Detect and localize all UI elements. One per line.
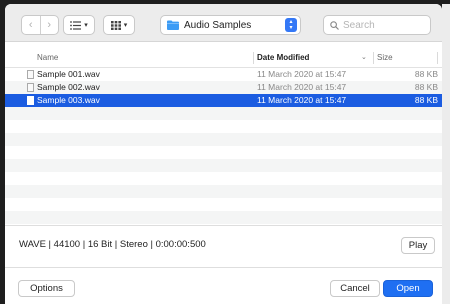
empty-row	[5, 185, 442, 198]
background-window-edge	[442, 4, 450, 304]
table-row[interactable]: Sample 003.wav 11 March 2020 at 15:47 88…	[5, 94, 442, 107]
empty-row	[5, 211, 442, 224]
table-row[interactable]: Sample 002.wav 11 March 2020 at 15:47 88…	[5, 81, 442, 94]
column-divider[interactable]	[253, 52, 254, 64]
divider	[5, 267, 442, 268]
table-row[interactable]: Sample 001.wav 11 March 2020 at 15:47 88…	[5, 68, 442, 81]
table-rows: Sample 001.wav 11 March 2020 at 15:47 88…	[5, 68, 442, 224]
play-button[interactable]: Play	[401, 237, 435, 254]
empty-row	[5, 172, 442, 185]
column-divider[interactable]	[437, 52, 438, 64]
file-name: Sample 003.wav	[37, 95, 100, 105]
audio-file-icon	[27, 70, 34, 79]
column-header-date-modified[interactable]: Date Modified	[257, 48, 309, 68]
file-name: Sample 001.wav	[37, 69, 100, 79]
audio-file-info: WAVE | 44100 | 16 Bit | Stereo | 0:00:00…	[19, 239, 206, 250]
empty-row	[5, 159, 442, 172]
file-size: 88 KB	[414, 69, 438, 79]
toolbar: ‹ › ▾ ▾ Audio Samples ▴ ▾ Search	[5, 4, 442, 42]
list-view-button[interactable]: ▾	[63, 15, 95, 35]
file-date: 11 March 2020 at 15:47	[257, 82, 347, 92]
up-down-chevron-icon: ▴ ▾	[285, 18, 297, 32]
file-name: Sample 002.wav	[37, 82, 100, 92]
empty-row	[5, 146, 442, 159]
open-button[interactable]: Open	[383, 280, 433, 297]
open-file-dialog: ‹ › ▾ ▾ Audio Samples ▴ ▾ Search Name Da…	[5, 4, 442, 304]
empty-row	[5, 133, 442, 146]
empty-row	[5, 107, 442, 120]
empty-row	[5, 198, 442, 211]
file-list: Name Date Modified ⌄ Size Sample 001.wav…	[5, 48, 442, 224]
chevron-down-icon: ▾	[123, 22, 128, 29]
search-icon	[330, 20, 339, 30]
chevron-right-icon: ›	[47, 19, 52, 31]
table-header: Name Date Modified ⌄ Size	[5, 48, 442, 68]
audio-file-icon	[27, 83, 34, 92]
file-date: 11 March 2020 at 15:47	[257, 69, 347, 79]
navigation-buttons: ‹ ›	[21, 15, 59, 35]
divider	[5, 225, 442, 226]
sort-chevron-down-icon: ⌄	[361, 54, 367, 61]
column-header-name[interactable]: Name	[37, 48, 58, 68]
chevron-down-icon: ▾	[84, 22, 88, 29]
folder-icon	[167, 20, 179, 30]
file-date: 11 March 2020 at 15:47	[257, 95, 347, 105]
file-size: 88 KB	[414, 95, 438, 105]
grid-view-button[interactable]: ▾	[103, 15, 135, 35]
cancel-button[interactable]: Cancel	[330, 280, 380, 297]
location-label: Audio Samples	[184, 19, 252, 31]
column-header-size[interactable]: Size	[377, 48, 393, 68]
location-popup[interactable]: Audio Samples ▴ ▾	[160, 15, 301, 35]
grid-icon	[110, 20, 121, 30]
back-button[interactable]: ‹	[22, 16, 40, 34]
forward-button[interactable]: ›	[40, 16, 58, 34]
chevron-left-icon: ‹	[28, 19, 33, 31]
options-button[interactable]: Options	[18, 280, 75, 297]
list-icon	[70, 20, 82, 30]
file-size: 88 KB	[414, 82, 438, 92]
search-input[interactable]	[343, 19, 428, 31]
audio-file-icon	[27, 96, 34, 105]
empty-row	[5, 120, 442, 133]
column-divider[interactable]	[373, 52, 374, 64]
search-field[interactable]	[323, 15, 431, 35]
